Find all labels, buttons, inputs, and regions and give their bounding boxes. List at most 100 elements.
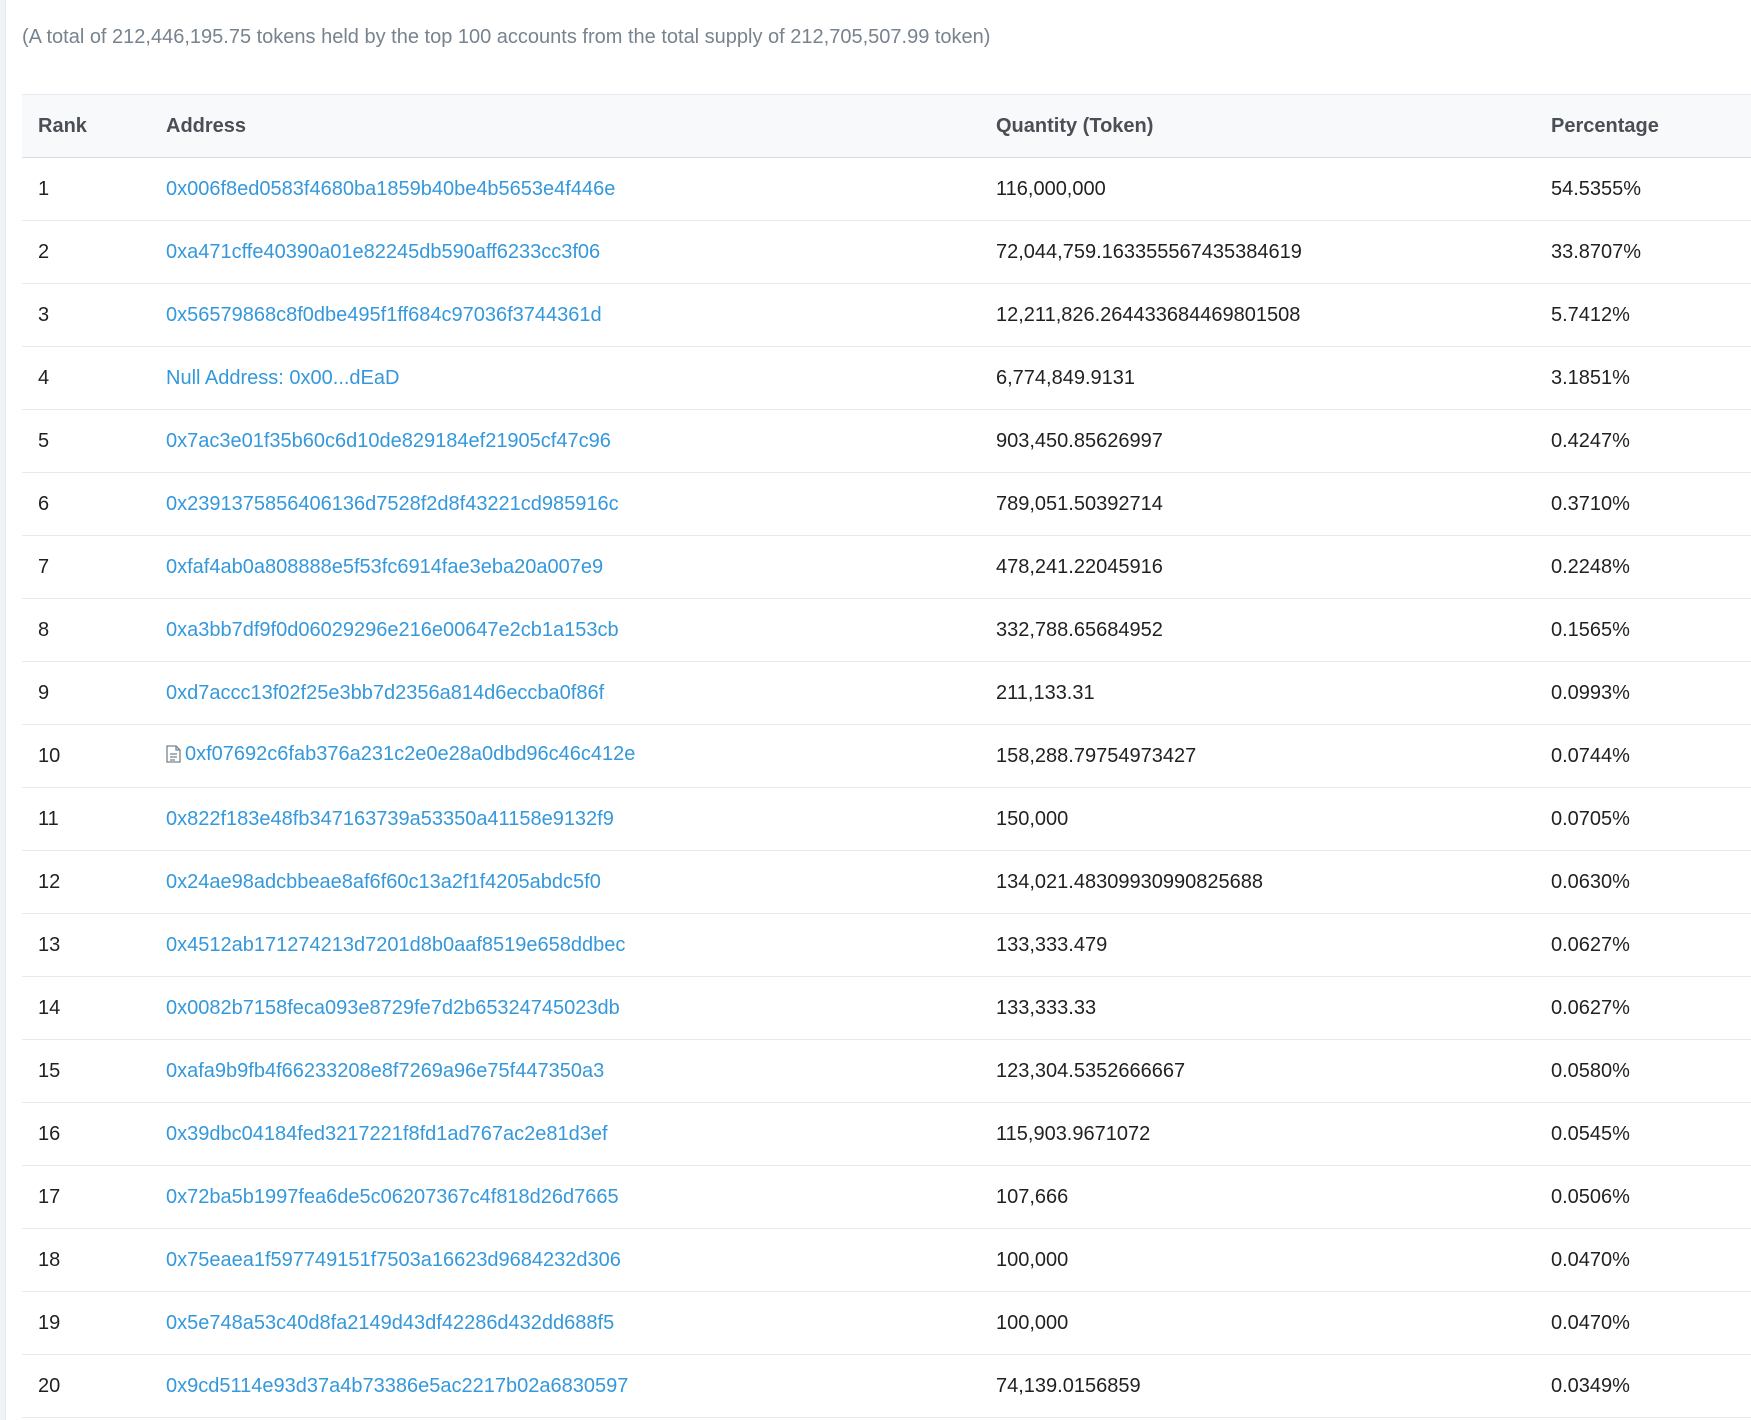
percentage-value: 0.0470% (1551, 1311, 1630, 1334)
quantity-cell: 133,333.33 (980, 976, 1535, 1040)
rank-value: 3 (38, 303, 50, 326)
percentage-cell: 0.1565% (1535, 598, 1751, 662)
percentage-cell: 0.0627% (1535, 976, 1751, 1040)
holder-address-link[interactable]: 0x4512ab171274213d7201d8b0aaf8519e658ddb… (166, 934, 625, 956)
percentage-cell: 5.7412% (1535, 283, 1751, 347)
percentage-cell: 0.4247% (1535, 409, 1751, 473)
rank-cell: 3 (22, 283, 150, 347)
holders-summary: (A total of 212,446,195.75 tokens held b… (22, 26, 991, 48)
holder-address-link[interactable]: 0xfaf4ab0a808888e5f53fc6914fae3eba20a007… (166, 556, 603, 578)
quantity-cell: 12,211,826.264433684469801508 (980, 283, 1535, 347)
quantity-cell: 789,051.50392714 (980, 472, 1535, 536)
holder-address-link[interactable]: 0xa3bb7df9f0d06029296e216e00647e2cb1a153… (166, 619, 619, 641)
percentage-value: 0.0744% (1551, 744, 1630, 767)
rank-cell: 5 (22, 409, 150, 473)
holder-address-link[interactable]: 0x24ae98adcbbeae8af6f60c13a2f1f4205abdc5… (166, 871, 601, 893)
table-row: 19 0x5e748a53c40d8fa2149d43df42286d432dd… (22, 1291, 1751, 1355)
percentage-cell: 0.0630% (1535, 850, 1751, 914)
holder-address-link[interactable]: 0x7ac3e01f35b60c6d10de829184ef21905cf47c… (166, 430, 611, 452)
quantity-value: 150,000 (996, 807, 1069, 830)
column-header-rank: Rank (22, 94, 150, 158)
percentage-value: 0.0993% (1551, 681, 1630, 704)
rank-value: 6 (38, 492, 50, 515)
rank-value: 13 (38, 933, 61, 956)
holder-address-link[interactable]: 0x9cd5114e93d37a4b73386e5ac2217b02a68305… (166, 1375, 628, 1397)
quantity-value: 123,304.5352666667 (996, 1059, 1186, 1082)
percentage-cell: 0.0580% (1535, 1039, 1751, 1103)
holder-address-link[interactable]: 0x0082b7158feca093e8729fe7d2b65324745023… (166, 997, 620, 1019)
percentage-value: 0.2248% (1551, 555, 1630, 578)
table-row: 8 0xa3bb7df9f0d06029296e216e00647e2cb1a1… (22, 598, 1751, 662)
rank-value: 17 (38, 1185, 61, 1208)
quantity-value: 903,450.85626997 (996, 429, 1163, 452)
rank-cell: 8 (22, 598, 150, 662)
quantity-cell: 158,288.79754973427 (980, 724, 1535, 788)
holder-address-link[interactable]: 0xafa9b9fb4f66233208e8f7269a96e75f447350… (166, 1060, 604, 1082)
holder-address-link[interactable]: 0x56579868c8f0dbe495f1ff684c97036f374436… (166, 304, 602, 326)
address-cell: 0x56579868c8f0dbe495f1ff684c97036f374436… (150, 283, 980, 347)
holder-address-link[interactable]: 0x72ba5b1997fea6de5c06207367c4f818d26d76… (166, 1186, 619, 1208)
quantity-cell: 150,000 (980, 787, 1535, 851)
holder-address-link[interactable]: 0x2391375856406136d7528f2d8f43221cd98591… (166, 493, 619, 515)
table-row: 11 0x822f183e48fb347163739a53350a41158e9… (22, 787, 1751, 851)
quantity-value: 134,021.48309930990825688 (996, 870, 1263, 893)
quantity-value: 72,044,759.163355567435384619 (996, 240, 1302, 263)
quantity-value: 115,903.9671072 (996, 1122, 1151, 1145)
table-body: 1 0x006f8ed0583f4680ba1859b40be4b5653e4f… (22, 157, 1751, 1418)
holder-address-link[interactable]: 0x822f183e48fb347163739a53350a41158e9132… (166, 808, 614, 830)
table-row: 12 0x24ae98adcbbeae8af6f60c13a2f1f4205ab… (22, 850, 1751, 914)
quantity-cell: 123,304.5352666667 (980, 1039, 1535, 1103)
address-cell: 0x822f183e48fb347163739a53350a41158e9132… (150, 787, 980, 851)
quantity-cell: 100,000 (980, 1228, 1535, 1292)
holder-address-link[interactable]: Null Address: 0x00...dEaD (166, 367, 399, 389)
address-cell: 0xfaf4ab0a808888e5f53fc6914fae3eba20a007… (150, 535, 980, 599)
rank-cell: 16 (22, 1102, 150, 1166)
percentage-cell: 0.0545% (1535, 1102, 1751, 1166)
column-header-percentage: Percentage (1535, 94, 1751, 158)
quantity-cell: 133,333.479 (980, 913, 1535, 977)
holder-address-link[interactable]: 0x006f8ed0583f4680ba1859b40be4b5653e4f44… (166, 178, 615, 200)
percentage-cell: 0.0506% (1535, 1165, 1751, 1229)
holder-address-link[interactable]: 0xf07692c6fab376a231c2e0e28a0dbd96c46c41… (185, 743, 635, 765)
percentage-value: 0.1565% (1551, 618, 1630, 641)
quantity-value: 100,000 (996, 1248, 1069, 1271)
table-row: 1 0x006f8ed0583f4680ba1859b40be4b5653e4f… (22, 157, 1751, 221)
percentage-value: 33.8707% (1551, 240, 1642, 263)
table-row: 6 0x2391375856406136d7528f2d8f43221cd985… (22, 472, 1751, 536)
percentage-cell: 0.2248% (1535, 535, 1751, 599)
quantity-cell: 107,666 (980, 1165, 1535, 1229)
percentage-value: 5.7412% (1551, 303, 1630, 326)
rank-value: 1 (38, 177, 50, 200)
rank-cell: 1 (22, 157, 150, 221)
percentage-value: 0.3710% (1551, 492, 1630, 515)
quantity-cell: 332,788.65684952 (980, 598, 1535, 662)
table-row: 9 0xd7accc13f02f25e3bb7d2356a814d6eccba0… (22, 661, 1751, 725)
address-cell: 0x9cd5114e93d37a4b73386e5ac2217b02a68305… (150, 1354, 980, 1418)
holder-address-link[interactable]: 0x75eaea1f597749151f7503a16623d9684232d3… (166, 1249, 621, 1271)
percentage-value: 0.0506% (1551, 1185, 1630, 1208)
percentage-value: 0.0630% (1551, 870, 1630, 893)
rank-cell: 9 (22, 661, 150, 725)
rank-cell: 17 (22, 1165, 150, 1229)
rank-cell: 19 (22, 1291, 150, 1355)
rank-value: 14 (38, 996, 61, 1019)
rank-value: 18 (38, 1248, 61, 1271)
holder-address-link[interactable]: 0x5e748a53c40d8fa2149d43df42286d432dd688… (166, 1312, 614, 1334)
left-border (0, 0, 6, 1420)
percentage-cell: 0.0993% (1535, 661, 1751, 725)
holder-address-link[interactable]: 0xd7accc13f02f25e3bb7d2356a814d6eccba0f8… (166, 682, 604, 704)
rank-cell: 2 (22, 220, 150, 284)
holder-address-link[interactable]: 0x39dbc04184fed3217221f8fd1ad767ac2e81d3… (166, 1123, 608, 1145)
percentage-value: 54.5355% (1551, 177, 1642, 200)
percentage-cell: 0.0470% (1535, 1228, 1751, 1292)
column-header-quantity: Quantity (Token) (980, 94, 1535, 158)
quantity-value: 74,139.0156859 (996, 1374, 1141, 1397)
table-row: 14 0x0082b7158feca093e8729fe7d2b65324745… (22, 976, 1751, 1040)
rank-cell: 20 (22, 1354, 150, 1418)
rank-value: 7 (38, 555, 50, 578)
rank-value: 19 (38, 1311, 61, 1334)
quantity-cell: 903,450.85626997 (980, 409, 1535, 473)
table-row: 7 0xfaf4ab0a808888e5f53fc6914fae3eba20a0… (22, 535, 1751, 599)
percentage-cell: 0.0705% (1535, 787, 1751, 851)
holder-address-link[interactable]: 0xa471cffe40390a01e82245db590aff6233cc3f… (166, 241, 600, 263)
